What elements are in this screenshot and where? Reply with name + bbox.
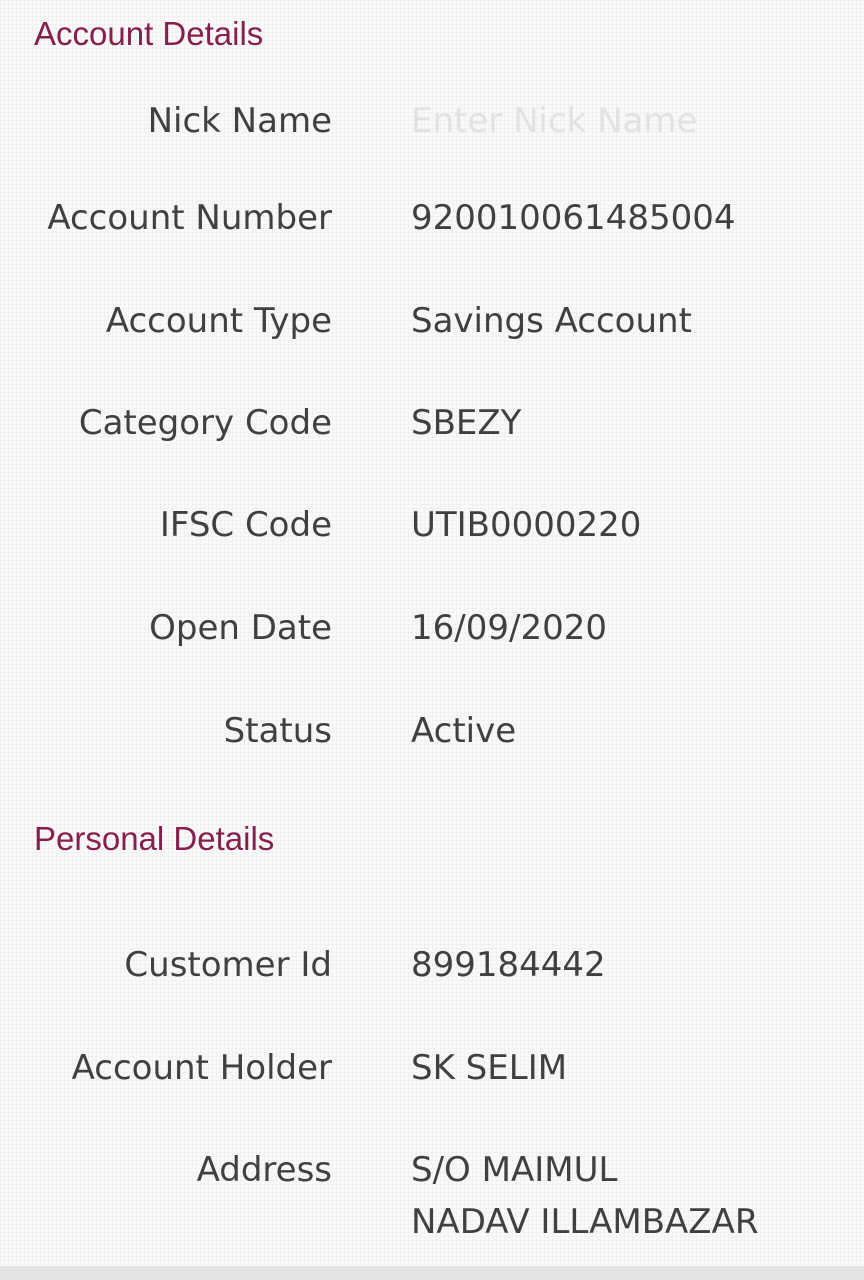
address-line-2: NADAV ILLAMBAZAR: [411, 1202, 759, 1242]
open-date-value: 16/09/2020: [411, 608, 607, 648]
address-label: Address: [196, 1150, 332, 1190]
account-type-value: Savings Account: [411, 301, 692, 341]
account-type-label: Account Type: [105, 301, 332, 341]
account-number-value: 920010061485004: [411, 198, 736, 238]
account-number-label: Account Number: [47, 198, 332, 238]
account-holder-value: SK SELIM: [411, 1048, 568, 1088]
address-line-1: S/O MAIMUL: [411, 1150, 618, 1190]
personal-details-heading: Personal Details: [34, 820, 275, 857]
nick-name-label: Nick Name: [147, 101, 332, 141]
ifsc-code-value: UTIB0000220: [411, 505, 642, 545]
ifsc-code-label: IFSC Code: [159, 505, 332, 545]
category-code-value: SBEZY: [411, 403, 522, 443]
bottom-divider: [0, 1266, 864, 1280]
category-code-label: Category Code: [78, 403, 332, 443]
customer-id-label: Customer Id: [124, 945, 332, 985]
nick-name-input[interactable]: [411, 101, 831, 141]
open-date-label: Open Date: [149, 608, 332, 648]
status-label: Status: [223, 711, 332, 751]
account-details-heading: Account Details: [34, 15, 264, 52]
status-value: Active: [411, 711, 517, 751]
account-holder-label: Account Holder: [71, 1048, 332, 1088]
customer-id-value: 899184442: [411, 945, 606, 985]
address-value: S/O MAIMUL NADAV ILLAMBAZAR: [411, 1144, 758, 1248]
